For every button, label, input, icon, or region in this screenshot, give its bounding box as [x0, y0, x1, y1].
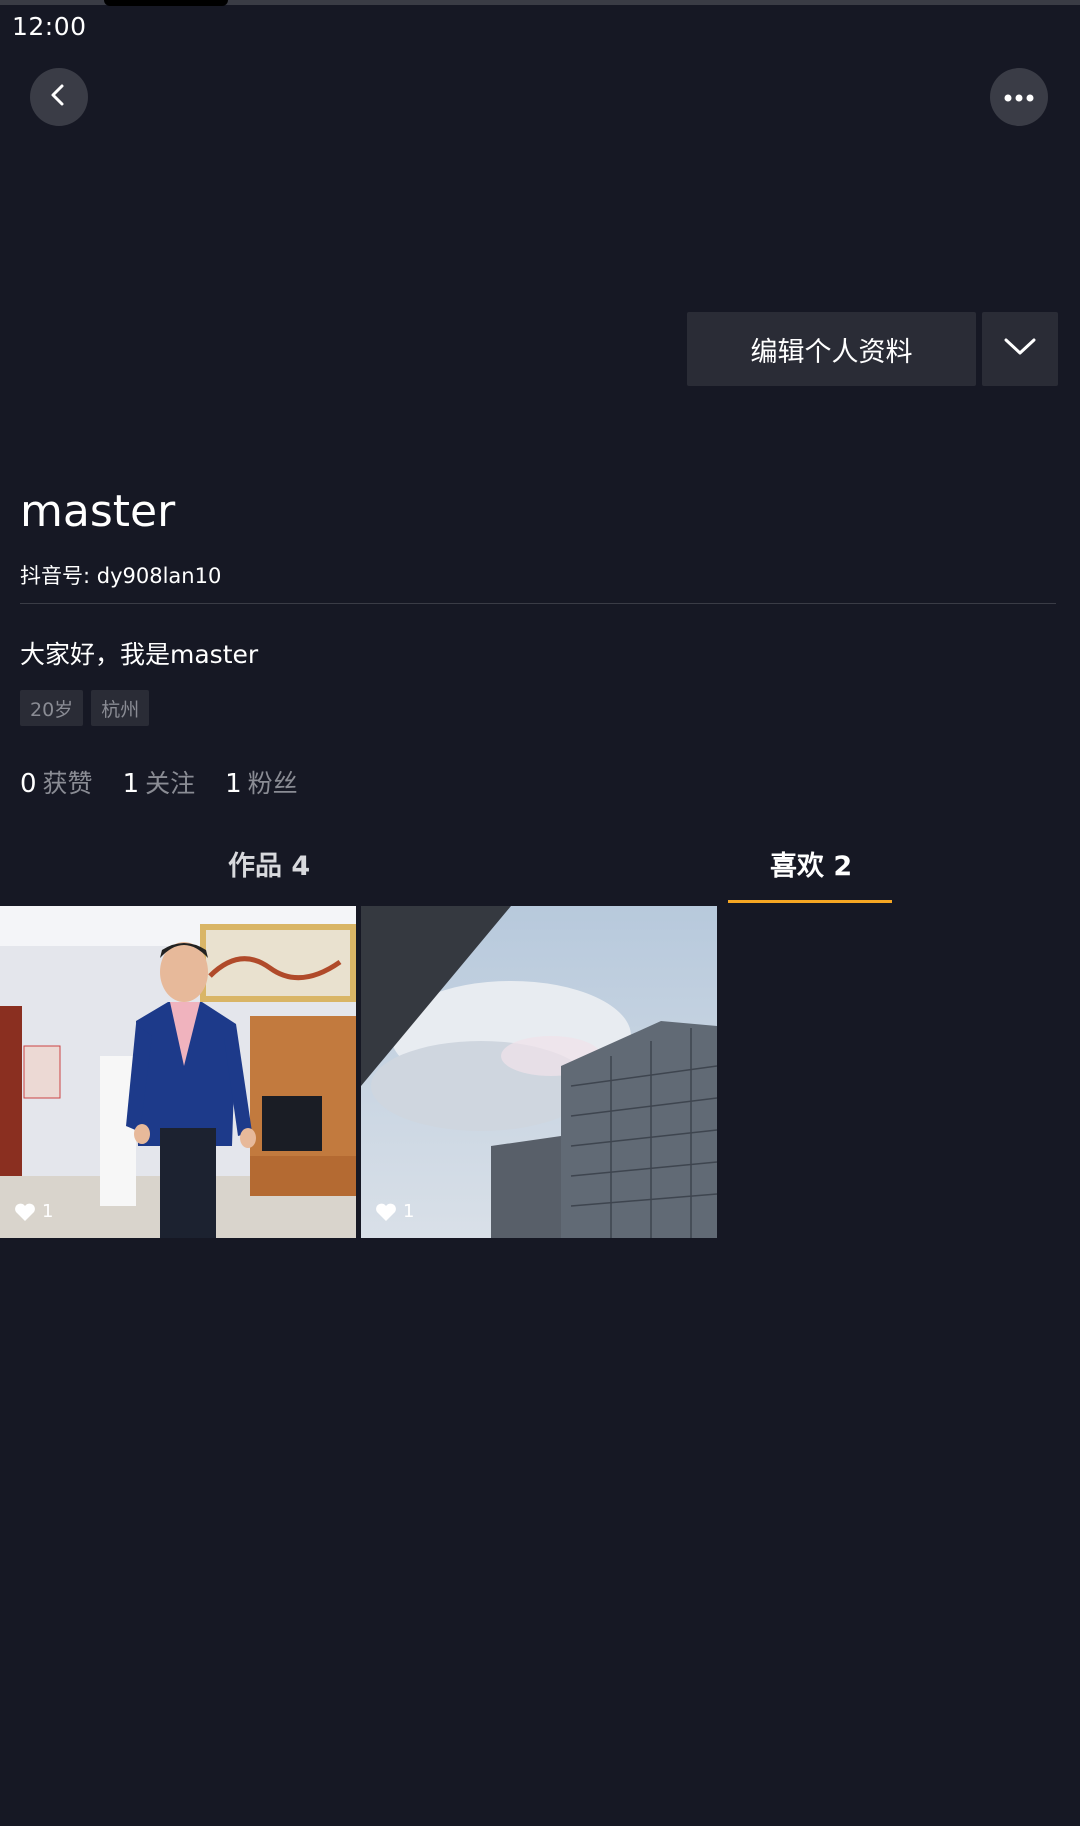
more-options-button[interactable]: [990, 68, 1048, 126]
video-thumbnail-image: [0, 906, 356, 1238]
heart-icon: [375, 1202, 397, 1222]
like-count-badge: 1: [14, 1201, 53, 1222]
stat-followers-label: 粉丝: [247, 769, 298, 798]
status-time: 12:00: [12, 12, 87, 41]
divider: [20, 603, 1056, 604]
profile-dropdown-button[interactable]: [982, 312, 1058, 386]
stat-following-label: 关注: [145, 769, 196, 798]
tab-likes[interactable]: 喜欢 2: [770, 844, 852, 883]
douyin-id[interactable]: 抖音号: dy908lan10: [20, 560, 221, 590]
chevron-left-icon: [46, 82, 72, 112]
video-thumbnail[interactable]: 1: [361, 906, 717, 1238]
stat-followers-count: 1: [225, 769, 242, 799]
heart-icon: [14, 1202, 36, 1222]
stat-likes-label: 获赞: [42, 769, 93, 798]
stat-likes[interactable]: 0 获赞: [20, 764, 93, 800]
profile-tags: 20岁 杭州: [20, 690, 150, 726]
bio: 大家好，我是master: [20, 640, 259, 669]
location-tag: 杭州: [91, 690, 150, 726]
camera-notch: [104, 0, 228, 6]
tab-works[interactable]: 作品 4: [228, 844, 310, 883]
like-count: 1: [42, 1201, 54, 1222]
video-thumbnail-image: [361, 906, 717, 1238]
chevron-down-icon: [1003, 337, 1037, 361]
age-tag: 20岁: [20, 690, 84, 726]
stat-following-count: 1: [122, 769, 140, 799]
edit-profile-button[interactable]: 编辑个人资料: [687, 312, 976, 386]
back-button[interactable]: [30, 68, 88, 126]
stat-followers[interactable]: 1 粉丝: [225, 764, 298, 800]
stat-following[interactable]: 1 关注: [123, 764, 196, 800]
like-count: 1: [403, 1201, 415, 1222]
active-tab-indicator: [728, 900, 892, 903]
more-dots-icon: [1004, 88, 1034, 107]
stat-likes-count: 0: [20, 769, 37, 799]
like-count-badge: 1: [375, 1201, 414, 1222]
username: master: [20, 486, 176, 537]
video-thumbnail[interactable]: 1: [0, 906, 356, 1238]
profile-screen: 12:00 编辑个人资料 master 抖音号: dy908lan10 大家好，…: [0, 0, 1080, 1826]
profile-stats: 0 获赞 1 关注 1 粉丝: [20, 764, 298, 800]
